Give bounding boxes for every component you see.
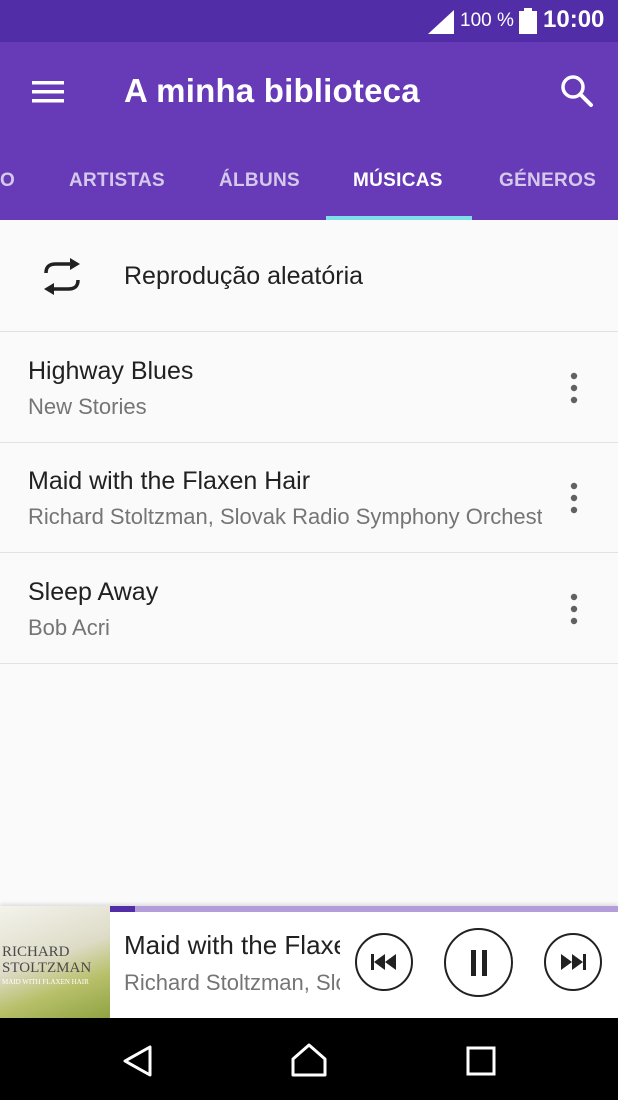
song-title: Maid with the Flaxen Hair [28,467,311,495]
tab-musicas[interactable]: MÚSICAS [353,170,443,192]
status-bar: 100 % 10:00 [0,0,618,42]
mini-player[interactable]: RICHARD STOLTZMAN MAID WITH FLAXEN HAIR … [0,906,618,1018]
song-artist: Richard Stoltzman, Slovak Radio Symphony… [28,504,542,529]
pause-button[interactable] [444,928,513,997]
album-art[interactable]: RICHARD STOLTZMAN MAID WITH FLAXEN HAIR [0,906,110,1018]
shuffle-label: Reprodução aleatória [124,262,364,290]
next-track-button[interactable] [544,933,602,991]
album-art-text: RICHARD [2,944,70,960]
app-bar: A minha biblioteca O ARTISTAS ÁLBUNS MÚS… [0,42,618,220]
back-icon[interactable] [120,1044,156,1078]
tab-bar: O ARTISTAS ÁLBUNS MÚSICAS GÉNEROS [0,166,618,220]
album-art-text: MAID WITH FLAXEN HAIR [2,978,89,986]
shuffle-all-button[interactable]: Reprodução aleatória [0,220,618,332]
previous-track-icon [371,954,396,970]
system-nav-bar [0,1018,618,1100]
home-icon[interactable] [290,1042,328,1078]
now-playing-title: Maid with the Flaxen Hair [124,930,340,960]
song-list: Reprodução aleatória Highway Blues New S… [0,220,618,906]
battery-icon [519,8,537,34]
recents-icon[interactable] [466,1046,496,1076]
song-title: Sleep Away [28,578,159,606]
more-options-icon[interactable] [560,589,588,629]
previous-track-button[interactable] [355,933,413,991]
signal-icon [428,10,454,34]
shuffle-repeat-icon [44,258,80,295]
next-track-icon [561,954,586,970]
clock: 10:00 [543,6,605,33]
song-row[interactable]: Sleep Away Bob Acri [0,553,618,664]
playback-progress-fill [110,906,136,912]
album-art-text: STOLTZMAN [2,960,92,976]
song-artist: Bob Acri [28,615,110,640]
page-title: A minha biblioteca [124,72,420,109]
song-row[interactable]: Maid with the Flaxen Hair Richard Stoltz… [0,442,618,553]
song-title: Highway Blues [28,357,194,385]
playback-progress-bar[interactable] [110,906,618,912]
tab-artistas[interactable]: ARTISTAS [69,170,165,192]
tab-generos[interactable]: GÉNEROS [499,170,596,192]
search-icon[interactable] [556,70,598,112]
pause-icon [470,949,487,976]
more-options-icon[interactable] [560,368,588,408]
tab-partial[interactable]: O [0,170,15,192]
now-playing-artist: Richard Stoltzman, Slovak Radio Symphony… [124,970,340,995]
song-artist: New Stories [28,394,147,419]
song-row[interactable]: Highway Blues New Stories [0,332,618,443]
battery-percent: 100 % [460,10,514,31]
hamburger-menu-icon[interactable] [26,70,70,114]
more-options-icon[interactable] [560,478,588,518]
tab-albuns[interactable]: ÁLBUNS [219,170,300,192]
